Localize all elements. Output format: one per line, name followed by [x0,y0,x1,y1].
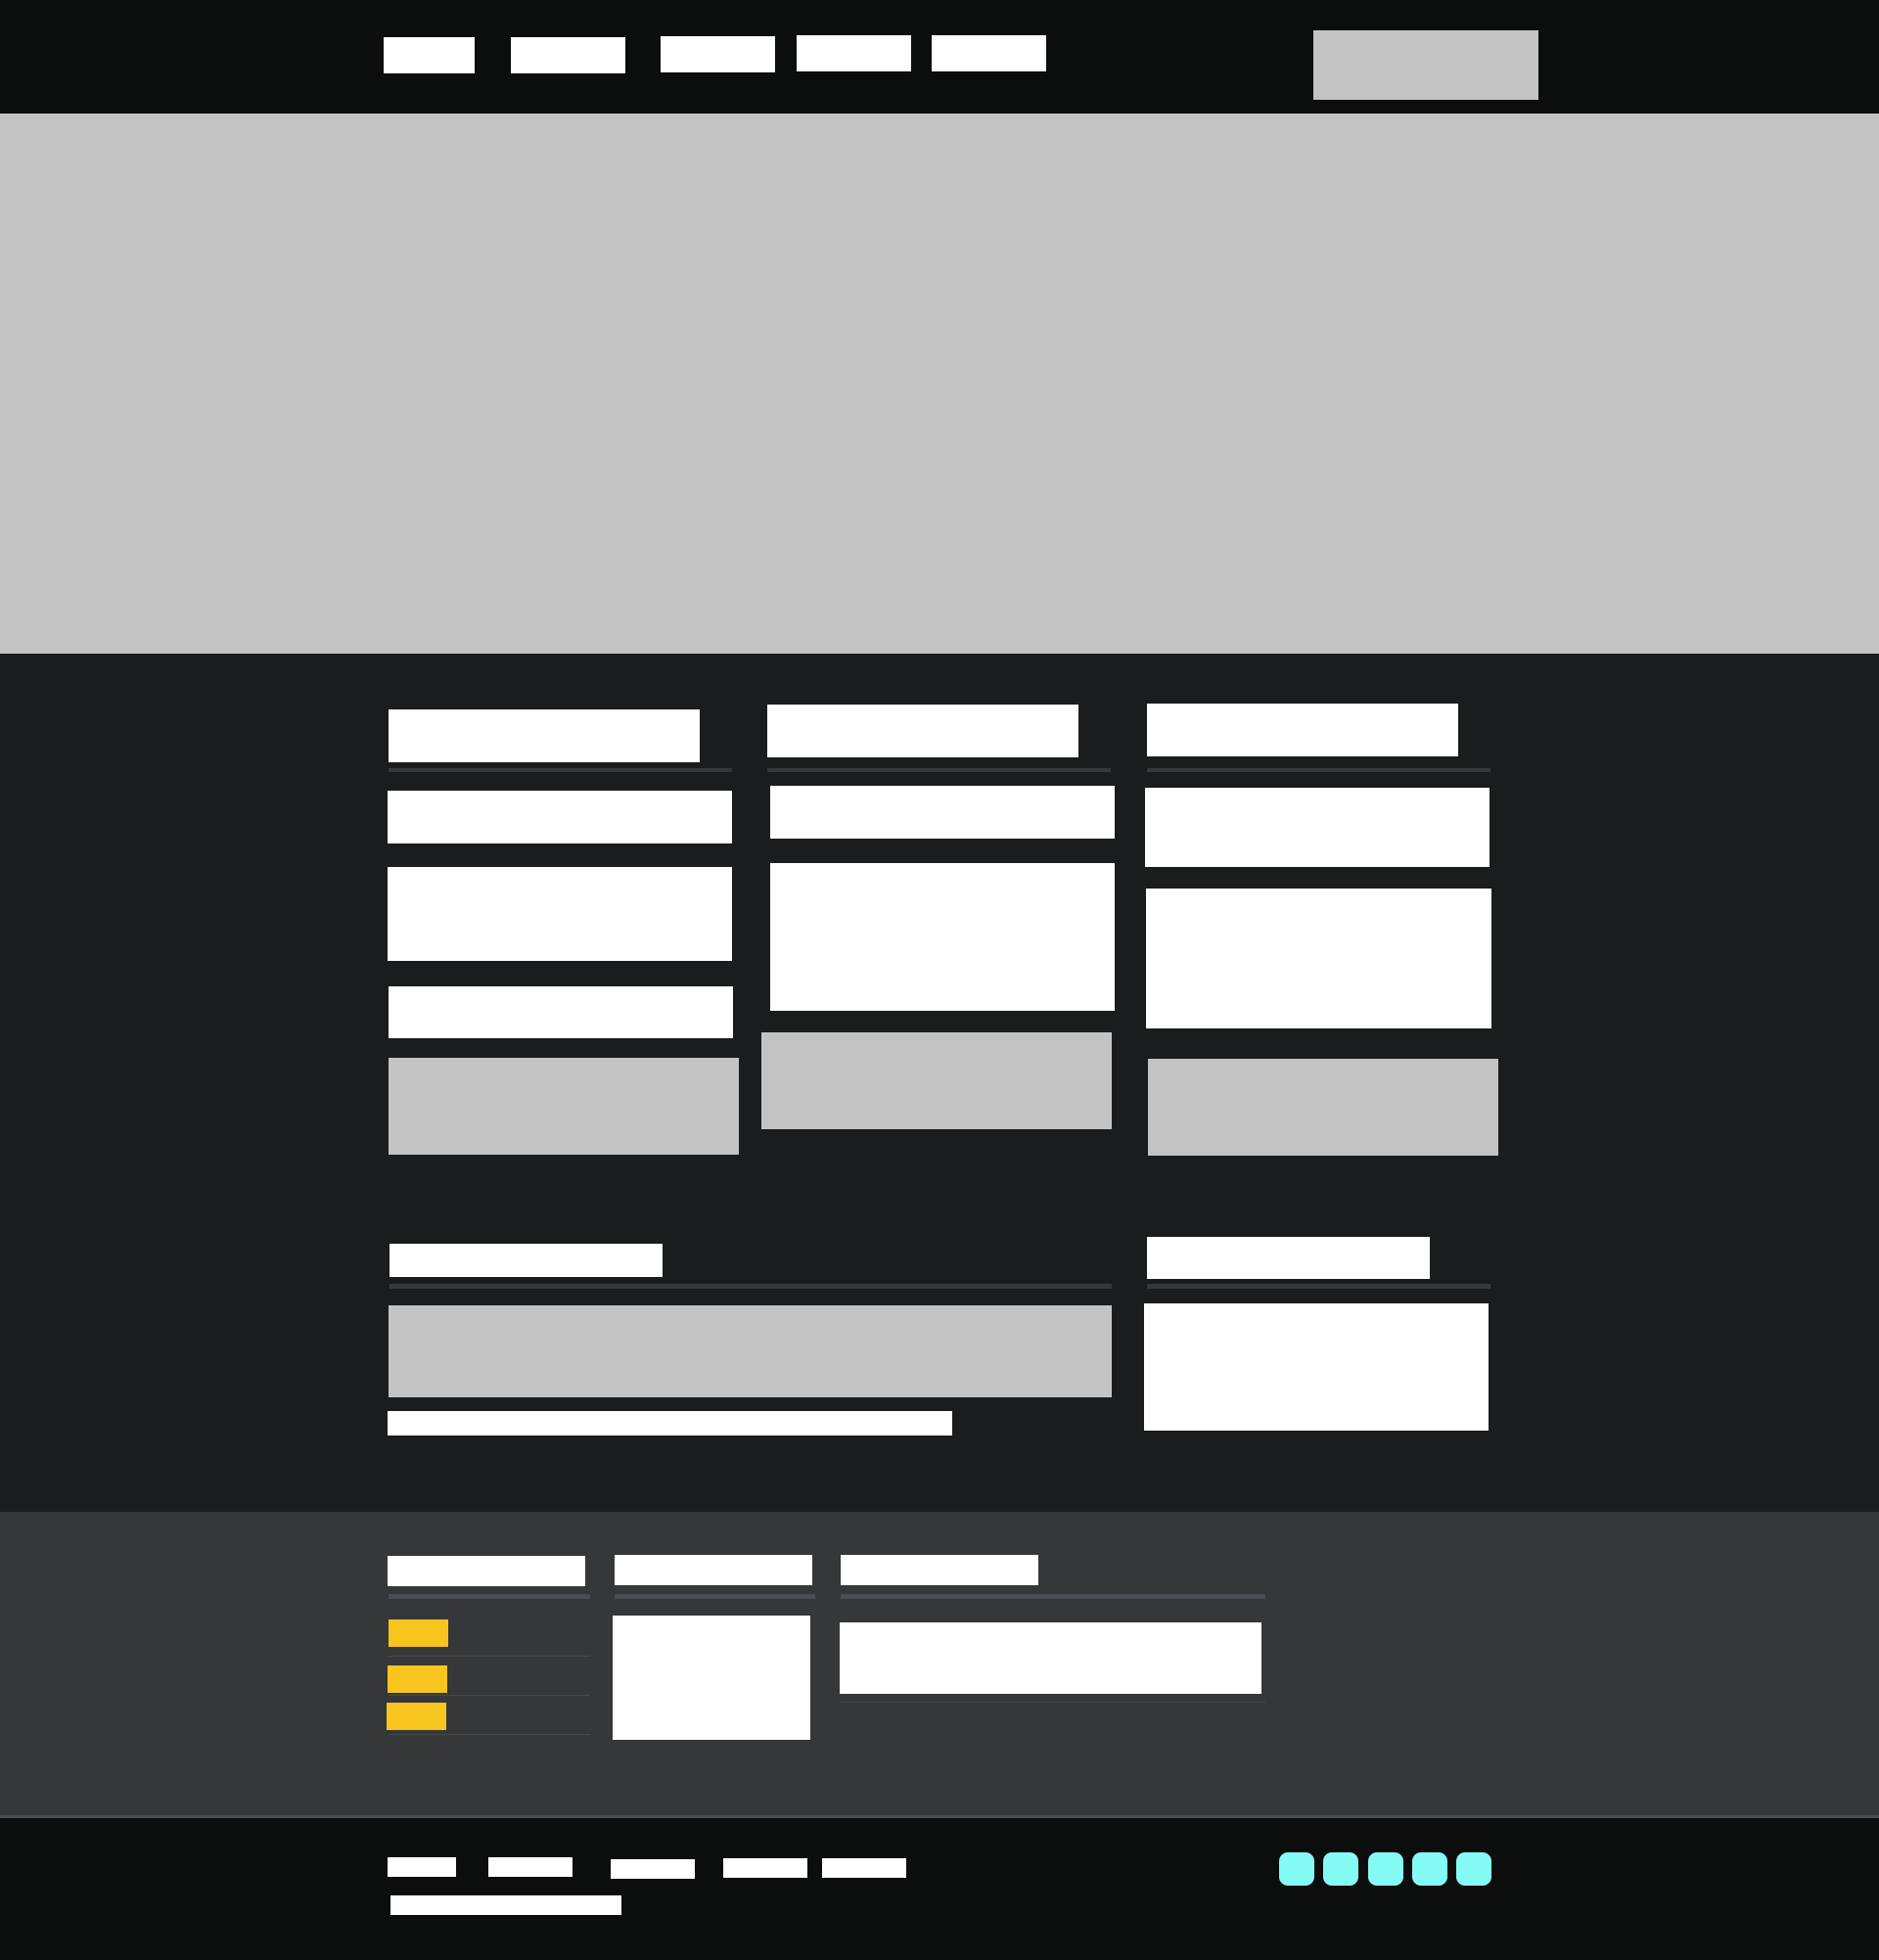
copyright-text [390,1895,621,1915]
column-1-rule [389,768,732,772]
footer-tag-1[interactable] [389,1619,448,1647]
footer-col-1-heading [388,1556,585,1586]
column-3-subheading[interactable] [1145,788,1489,867]
nav-item-4[interactable] [797,35,911,71]
footer-tag-3[interactable] [387,1703,446,1730]
main-content [0,654,1879,1512]
column-3-rule [1147,768,1490,772]
social-icon-1[interactable] [1279,1852,1314,1886]
social-icon-4[interactable] [1412,1852,1447,1886]
nav-item-2[interactable] [511,37,625,73]
column-3-body [1146,889,1491,1028]
footer-tag-2[interactable] [388,1665,447,1693]
footer-col-3-body [840,1622,1261,1694]
column-2-image[interactable] [761,1032,1112,1129]
footer-widgets [0,1512,1879,1815]
footer-col-1-separator [389,1695,590,1696]
footer-col-2-rule [615,1594,815,1599]
column-3-image[interactable] [1148,1059,1498,1156]
column-1-body [388,867,732,961]
footer-col-2-heading [615,1555,812,1585]
column-2-body [770,863,1115,1011]
nav-item-5[interactable] [932,35,1046,71]
column-2-subheading[interactable] [770,786,1115,839]
footer-col-1-separator [389,1656,590,1657]
footer-col-3-rule [841,1594,1265,1599]
wide-section-banner[interactable] [389,1305,1112,1397]
footer-col-2-body [613,1616,810,1740]
footer-col-1-rule [389,1594,590,1599]
side-section-body [1144,1303,1489,1431]
bottom-nav-item-4[interactable] [723,1858,807,1878]
footer-col-1-separator [389,1734,590,1735]
search-box[interactable] [1313,30,1538,100]
social-icon-3[interactable] [1368,1852,1403,1886]
hero-image [0,114,1879,654]
social-icon-5[interactable] [1456,1852,1491,1886]
side-section-heading [1147,1237,1430,1279]
nav-item-3[interactable] [661,36,775,72]
footer-col-3-separator [841,1702,1265,1703]
footer-col-3-heading [841,1555,1038,1585]
top-navigation-bar [0,0,1879,114]
nav-item-1[interactable] [384,37,475,73]
column-1-image[interactable] [389,1058,739,1155]
column-1-meta [389,986,733,1038]
wide-section-caption [388,1411,952,1436]
column-2-rule [767,768,1111,772]
bottom-nav-item-1[interactable] [388,1857,456,1877]
side-section-rule [1147,1284,1490,1289]
bottom-bar [0,1818,1879,1960]
column-1-subheading[interactable] [388,791,732,843]
column-1-heading [389,709,700,762]
social-icon-2[interactable] [1323,1852,1358,1886]
bottom-nav-item-5[interactable] [822,1858,906,1878]
wide-section-rule [390,1284,1112,1289]
column-3-heading [1147,704,1458,756]
wide-section-heading [390,1244,663,1277]
column-2-heading [767,705,1078,757]
bottom-nav-item-2[interactable] [488,1857,573,1877]
bottom-nav-item-3[interactable] [611,1859,695,1879]
